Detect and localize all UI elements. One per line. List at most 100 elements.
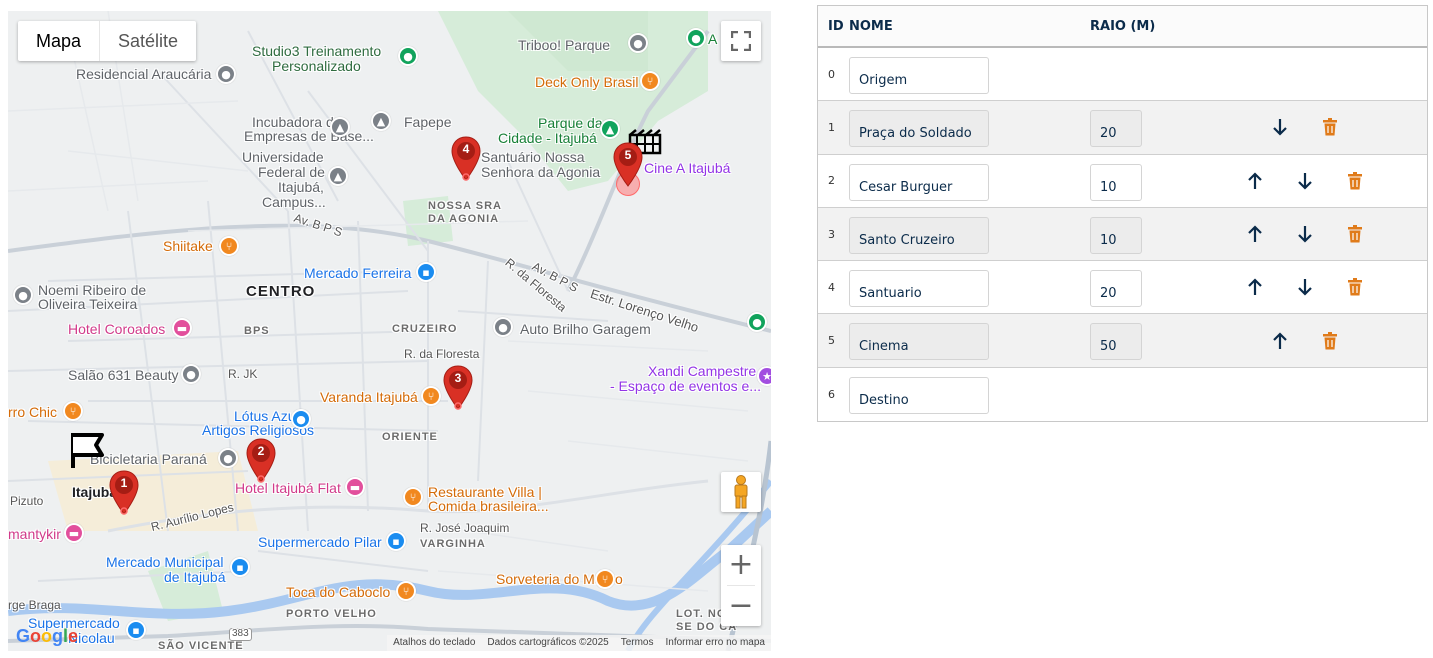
map-label: rge Braga bbox=[8, 598, 61, 612]
map-label: Triboo! Parque bbox=[518, 37, 611, 53]
name-input[interactable]: Destino bbox=[849, 376, 989, 414]
radius-input[interactable]: 10 bbox=[1090, 216, 1142, 254]
map-label: PORTO VELHO bbox=[286, 608, 377, 620]
map-label: Santuário Nossa bbox=[481, 149, 585, 165]
fullscreen-button[interactable] bbox=[721, 21, 761, 61]
map-label: Studio3 Treinamento bbox=[252, 43, 382, 59]
map-type-mapa[interactable]: Mapa bbox=[18, 21, 99, 61]
row-id: 6 bbox=[828, 387, 835, 401]
header-id: ID bbox=[828, 18, 844, 34]
zoom-in-button[interactable]: + bbox=[721, 545, 761, 585]
map-label: ORIENTE bbox=[382, 431, 438, 443]
map-label: NOSSA SRA bbox=[428, 200, 502, 212]
arrow-up-icon bbox=[1273, 332, 1287, 349]
map-label: Comida brasileira... bbox=[428, 498, 549, 514]
arrow-down-icon bbox=[1298, 279, 1312, 296]
delete-button[interactable] bbox=[1347, 208, 1363, 260]
marker-number: 3 bbox=[454, 371, 462, 385]
map-label: Cine A Itajubá bbox=[644, 160, 731, 176]
name-input[interactable]: Cinema bbox=[849, 323, 989, 361]
row-id: 1 bbox=[828, 120, 835, 134]
row-id: 0 bbox=[828, 67, 835, 81]
restaurant-icon: ⑂ bbox=[403, 487, 423, 507]
report-error-link[interactable]: Informar erro no mapa bbox=[666, 637, 766, 649]
move-up-button[interactable] bbox=[1247, 261, 1263, 313]
street-view-pegman[interactable] bbox=[721, 472, 761, 512]
delete-button[interactable] bbox=[1322, 101, 1338, 153]
delete-button[interactable] bbox=[1322, 314, 1338, 366]
terms-link[interactable]: Termos bbox=[621, 637, 654, 649]
move-down-button[interactable] bbox=[1297, 155, 1313, 207]
move-down-button[interactable] bbox=[1297, 261, 1313, 313]
map-label: Supermercado Pilar bbox=[258, 534, 382, 550]
poi-icon: ● bbox=[747, 312, 767, 332]
name-input[interactable]: Origem bbox=[849, 57, 989, 94]
waypoint-marker-4[interactable]: 4 bbox=[450, 136, 482, 182]
radius-input[interactable]: 10 bbox=[1090, 163, 1142, 201]
map-label: SÃO VICENTE bbox=[158, 640, 244, 651]
waypoint-marker-5[interactable]: 5 bbox=[612, 142, 644, 188]
table-row: 4 Santuario 20 bbox=[818, 261, 1427, 315]
map-label: Itajubá, bbox=[278, 179, 324, 195]
marker-number: 2 bbox=[257, 444, 265, 458]
poi-icon: ★ bbox=[757, 366, 771, 386]
map-label: 383 bbox=[229, 628, 252, 641]
name-input[interactable]: Cesar Burguer bbox=[849, 163, 989, 201]
map-label: Deck Only Brasil bbox=[535, 74, 639, 90]
map-label: CRUZEIRO bbox=[392, 323, 458, 335]
waypoint-marker-2[interactable]: 2 bbox=[245, 438, 277, 484]
poi-icon: ▲ bbox=[328, 166, 348, 186]
map-label: mantykir bbox=[8, 526, 61, 542]
trash-icon bbox=[1348, 278, 1362, 296]
radius-input[interactable]: 20 bbox=[1090, 270, 1142, 308]
map-data-text: Dados cartográficos ©2025 bbox=[487, 637, 609, 648]
map-label: rro Chic bbox=[8, 404, 58, 420]
zoom-out-button[interactable]: − bbox=[721, 586, 761, 626]
move-up-button[interactable] bbox=[1247, 155, 1263, 207]
poi-icon: ● bbox=[686, 28, 706, 48]
map-view[interactable]: Residencial Araucária Studio3 Treinament… bbox=[8, 11, 771, 651]
radius-input[interactable]: 50 bbox=[1090, 323, 1142, 361]
move-up-button[interactable] bbox=[1247, 208, 1263, 260]
map-label: Varanda Itajubá bbox=[320, 389, 418, 405]
map-label: A bbox=[708, 31, 718, 47]
marker-number: 4 bbox=[462, 142, 470, 156]
name-input[interactable]: Praça do Soldado bbox=[849, 110, 989, 148]
map-label: Pizuto bbox=[10, 494, 44, 508]
map-label: - Espaço de eventos e... bbox=[610, 378, 761, 394]
map-label: Shiitake bbox=[163, 238, 213, 254]
map-label: DA AGONIA bbox=[428, 213, 500, 225]
move-down-button[interactable] bbox=[1272, 101, 1288, 153]
pegman-icon bbox=[734, 475, 748, 509]
waypoint-marker-3[interactable]: 3 bbox=[442, 365, 474, 411]
map-label: Toca do Caboclo bbox=[286, 584, 391, 600]
map-label: CENTRO bbox=[246, 283, 316, 300]
row-id: 2 bbox=[828, 174, 835, 188]
poi-icon: ● bbox=[216, 64, 236, 84]
name-input[interactable]: Santo Cruzeiro bbox=[849, 216, 989, 254]
poi-icon: ● bbox=[181, 364, 201, 384]
origin-flag-icon bbox=[71, 433, 104, 468]
map-label: Mercado Municipal bbox=[106, 554, 224, 570]
trash-icon bbox=[1348, 225, 1362, 243]
name-input[interactable]: Santuario bbox=[849, 270, 989, 308]
shop-icon: ● bbox=[291, 409, 311, 429]
delete-button[interactable] bbox=[1347, 155, 1363, 207]
poi-icon: ● bbox=[628, 33, 648, 53]
fullscreen-icon bbox=[731, 31, 751, 51]
radius-input[interactable]: 20 bbox=[1090, 110, 1142, 148]
waypoint-marker-1[interactable]: 1 bbox=[108, 470, 140, 516]
map-label: Oliveira Teixeira bbox=[38, 296, 138, 312]
map-type-satelite[interactable]: Satélite bbox=[99, 21, 196, 61]
delete-button[interactable] bbox=[1347, 261, 1363, 313]
move-down-button[interactable] bbox=[1297, 208, 1313, 260]
move-up-button[interactable] bbox=[1272, 314, 1288, 366]
keyboard-shortcuts-link[interactable]: Atalhos do teclado bbox=[393, 637, 475, 649]
row-id: 4 bbox=[828, 280, 835, 294]
map-type-control: Mapa Satélite bbox=[18, 21, 197, 61]
map-label: Mercado Ferreira bbox=[304, 265, 412, 281]
trash-icon bbox=[1323, 331, 1337, 350]
marker-number: 1 bbox=[120, 476, 128, 490]
arrow-down-icon bbox=[1273, 119, 1287, 136]
map-label: BPS bbox=[244, 325, 270, 337]
